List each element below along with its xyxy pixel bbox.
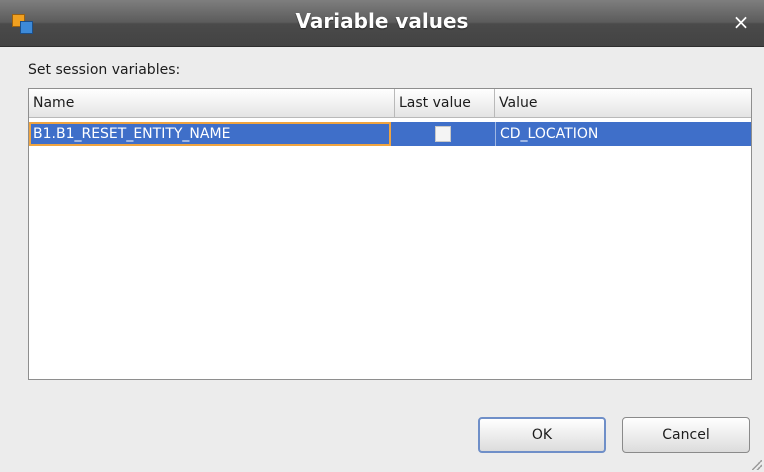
column-header-last-value[interactable]: Last value: [395, 89, 495, 117]
column-header-value[interactable]: Value: [495, 89, 751, 117]
prompt-label: Set session variables:: [28, 62, 181, 78]
variable-name-cell[interactable]: B1.B1_RESET_ENTITY_NAME: [29, 122, 391, 146]
table-row[interactable]: B1.B1_RESET_ENTITY_NAME CD_LOCATION: [29, 122, 751, 146]
variables-table[interactable]: Name Last value Value B1.B1_RESET_ENTITY…: [28, 88, 752, 380]
cancel-button[interactable]: Cancel: [622, 417, 750, 453]
ok-button[interactable]: OK: [478, 417, 606, 453]
last-value-checkbox[interactable]: [435, 126, 451, 142]
title-bar[interactable]: Variable values ×: [0, 0, 764, 47]
close-icon[interactable]: ×: [730, 11, 752, 33]
window-title: Variable values: [295, 9, 469, 33]
variable-value-cell[interactable]: CD_LOCATION: [495, 122, 751, 146]
last-value-cell[interactable]: [395, 122, 495, 146]
column-header-name[interactable]: Name: [29, 89, 395, 117]
resize-grip-icon[interactable]: [752, 460, 762, 470]
table-header: Name Last value Value: [29, 89, 751, 118]
